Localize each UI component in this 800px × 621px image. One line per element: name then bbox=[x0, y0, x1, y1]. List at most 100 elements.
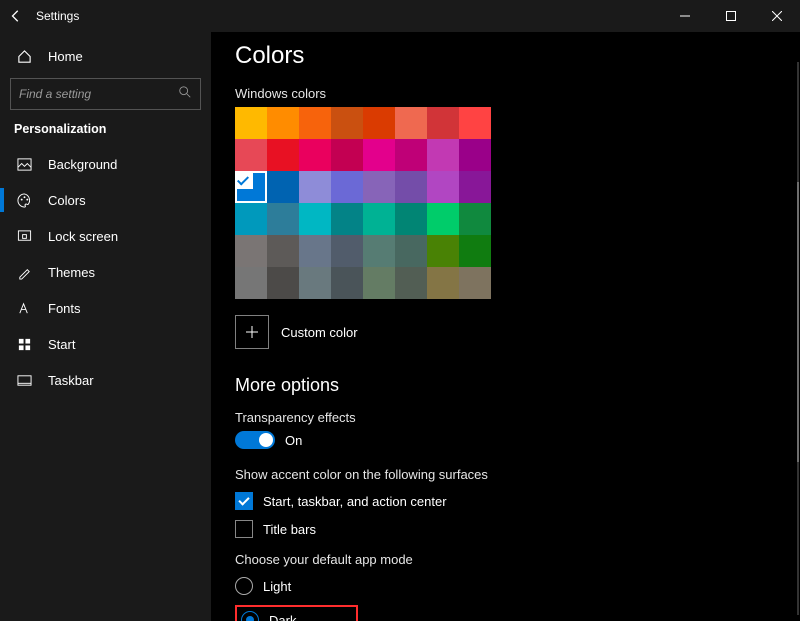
color-swatch[interactable] bbox=[427, 203, 459, 235]
color-swatch[interactable] bbox=[267, 203, 299, 235]
color-swatch[interactable] bbox=[299, 235, 331, 267]
color-swatch[interactable] bbox=[331, 203, 363, 235]
sidebar-item-label: Fonts bbox=[48, 301, 81, 316]
close-button[interactable] bbox=[754, 0, 800, 32]
color-swatch[interactable] bbox=[459, 107, 491, 139]
taskbar-icon bbox=[14, 373, 34, 388]
color-swatch[interactable] bbox=[459, 267, 491, 299]
color-swatch[interactable] bbox=[459, 139, 491, 171]
color-swatch[interactable] bbox=[459, 235, 491, 267]
palette-icon bbox=[14, 193, 34, 208]
check-label: Title bars bbox=[263, 522, 316, 537]
color-swatch[interactable] bbox=[331, 235, 363, 267]
color-swatch[interactable] bbox=[427, 235, 459, 267]
color-swatch[interactable] bbox=[363, 171, 395, 203]
body: Home Personalization Background Colors L… bbox=[0, 32, 800, 621]
highlight-annotation: Dark bbox=[235, 605, 358, 621]
color-swatch[interactable] bbox=[235, 267, 267, 299]
color-swatch[interactable] bbox=[459, 203, 491, 235]
scrollbar[interactable] bbox=[797, 62, 799, 615]
color-swatch[interactable] bbox=[299, 203, 331, 235]
sidebar-item-lockscreen[interactable]: Lock screen bbox=[0, 218, 211, 254]
sidebar-item-taskbar[interactable]: Taskbar bbox=[0, 362, 211, 398]
color-swatch[interactable] bbox=[235, 171, 267, 203]
check-title-bars[interactable]: Title bars bbox=[235, 520, 776, 538]
more-options-header: More options bbox=[235, 375, 776, 396]
check-label: Start, taskbar, and action center bbox=[263, 494, 447, 509]
color-swatch[interactable] bbox=[363, 107, 395, 139]
sidebar-item-fonts[interactable]: Fonts bbox=[0, 290, 211, 326]
color-swatch[interactable] bbox=[395, 235, 427, 267]
color-swatch[interactable] bbox=[331, 267, 363, 299]
minimize-button[interactable] bbox=[662, 0, 708, 32]
color-swatch[interactable] bbox=[459, 171, 491, 203]
color-swatch[interactable] bbox=[363, 139, 395, 171]
sidebar-item-label: Themes bbox=[48, 265, 95, 280]
radio-label: Light bbox=[263, 579, 291, 594]
search-input[interactable] bbox=[19, 87, 178, 101]
color-swatch[interactable] bbox=[427, 139, 459, 171]
color-swatch[interactable] bbox=[363, 203, 395, 235]
image-icon bbox=[14, 157, 34, 172]
color-swatch[interactable] bbox=[427, 267, 459, 299]
sidebar-item-background[interactable]: Background bbox=[0, 146, 211, 182]
window-controls bbox=[662, 0, 800, 32]
check-start-taskbar[interactable]: Start, taskbar, and action center bbox=[235, 492, 776, 510]
color-swatch[interactable] bbox=[427, 171, 459, 203]
checkbox-unchecked-icon bbox=[235, 520, 253, 538]
radio-dark[interactable]: Dark bbox=[241, 611, 296, 621]
page-title: Colors bbox=[235, 42, 776, 70]
color-swatch[interactable] bbox=[299, 267, 331, 299]
sidebar: Home Personalization Background Colors L… bbox=[0, 32, 211, 621]
color-swatch[interactable] bbox=[235, 235, 267, 267]
radio-light[interactable]: Light bbox=[235, 577, 776, 595]
sidebar-item-label: Start bbox=[48, 337, 75, 352]
color-swatch[interactable] bbox=[363, 267, 395, 299]
accent-surfaces-label: Show accent color on the following surfa… bbox=[235, 467, 776, 482]
color-swatch[interactable] bbox=[395, 171, 427, 203]
checkbox-checked-icon bbox=[235, 492, 253, 510]
transparency-state: On bbox=[285, 433, 302, 448]
color-swatch[interactable] bbox=[331, 139, 363, 171]
color-swatch[interactable] bbox=[395, 203, 427, 235]
color-swatch[interactable] bbox=[267, 107, 299, 139]
sidebar-item-label: Taskbar bbox=[48, 373, 94, 388]
color-swatch[interactable] bbox=[235, 107, 267, 139]
color-swatch[interactable] bbox=[299, 139, 331, 171]
color-swatch[interactable] bbox=[363, 235, 395, 267]
color-swatch[interactable] bbox=[331, 107, 363, 139]
custom-color-button[interactable]: Custom color bbox=[235, 315, 776, 349]
color-swatch[interactable] bbox=[267, 235, 299, 267]
sidebar-item-label: Lock screen bbox=[48, 229, 118, 244]
color-swatch[interactable] bbox=[267, 267, 299, 299]
color-swatch[interactable] bbox=[235, 203, 267, 235]
section-header: Personalization bbox=[0, 120, 211, 146]
color-swatch[interactable] bbox=[331, 171, 363, 203]
radio-unselected-icon bbox=[235, 577, 253, 595]
fonts-icon bbox=[14, 301, 34, 316]
sidebar-item-colors[interactable]: Colors bbox=[0, 182, 211, 218]
transparency-toggle[interactable] bbox=[235, 431, 275, 449]
color-swatch[interactable] bbox=[299, 171, 331, 203]
home-button[interactable]: Home bbox=[0, 38, 211, 74]
color-swatch[interactable] bbox=[267, 139, 299, 171]
home-icon bbox=[14, 49, 34, 64]
color-swatch[interactable] bbox=[395, 267, 427, 299]
maximize-button[interactable] bbox=[708, 0, 754, 32]
color-swatch[interactable] bbox=[427, 107, 459, 139]
color-swatch[interactable] bbox=[299, 107, 331, 139]
start-icon bbox=[14, 337, 34, 352]
sidebar-item-label: Background bbox=[48, 157, 117, 172]
sidebar-item-start[interactable]: Start bbox=[0, 326, 211, 362]
sidebar-item-themes[interactable]: Themes bbox=[0, 254, 211, 290]
color-swatch[interactable] bbox=[395, 139, 427, 171]
back-button[interactable] bbox=[0, 0, 32, 32]
sidebar-item-label: Colors bbox=[48, 193, 86, 208]
window-title: Settings bbox=[36, 9, 79, 23]
color-swatch[interactable] bbox=[395, 107, 427, 139]
content-pane: Colors Windows colors Custom color More … bbox=[211, 32, 800, 621]
home-label: Home bbox=[48, 49, 83, 64]
color-swatch[interactable] bbox=[267, 171, 299, 203]
search-box[interactable] bbox=[10, 78, 201, 110]
color-swatch[interactable] bbox=[235, 139, 267, 171]
